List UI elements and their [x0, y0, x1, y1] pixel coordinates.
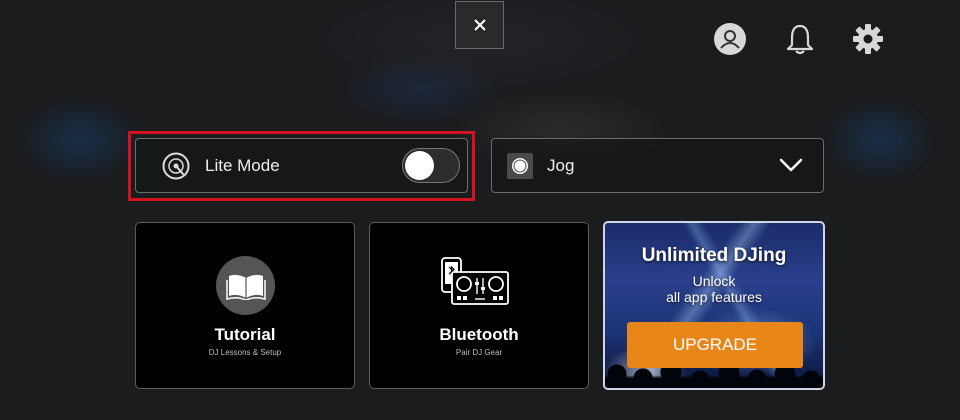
close-icon [473, 19, 486, 31]
upgrade-subtitle-line2: all app features [666, 289, 762, 305]
upgrade-title: Unlimited DJing [641, 245, 787, 266]
lite-mode-label: Lite Mode [205, 156, 280, 175]
jog-mode-dropdown[interactable]: Jog [491, 138, 824, 193]
upgrade-tile[interactable]: Unlimited DJing Unlock all app features … [603, 221, 825, 390]
lite-mode-toggle[interactable] [402, 148, 460, 183]
close-button[interactable] [455, 1, 504, 49]
chevron-down-icon [779, 158, 803, 172]
toggle-knob [405, 151, 434, 180]
user-avatar-icon [714, 23, 746, 55]
lite-mode-card: Lite Mode [135, 138, 468, 193]
book-icon [216, 256, 275, 315]
settings-button[interactable] [848, 19, 888, 59]
profile-button[interactable] [710, 19, 750, 59]
bluetooth-subtitle: Pair DJ Gear [455, 348, 503, 357]
tutorial-subtitle: DJ Lessons & Setup [208, 348, 282, 357]
phone-dj-controller-icon [441, 257, 509, 305]
jog-selected-value: Jog [547, 156, 575, 175]
turntable-disc-icon [162, 152, 190, 180]
upgrade-subtitle-line1: Unlock [692, 273, 736, 289]
upgrade-button[interactable]: UPGRADE [627, 322, 803, 368]
bluetooth-title: Bluetooth [439, 325, 519, 344]
notifications-button[interactable] [780, 19, 820, 59]
bluetooth-tile[interactable]: Bluetooth Pair DJ Gear [369, 222, 589, 389]
jog-wheel-icon [507, 153, 533, 179]
tutorial-title: Tutorial [214, 325, 276, 344]
tutorial-tile[interactable]: Tutorial DJ Lessons & Setup [135, 222, 355, 389]
gear-icon [853, 24, 883, 54]
bell-icon [786, 24, 814, 55]
